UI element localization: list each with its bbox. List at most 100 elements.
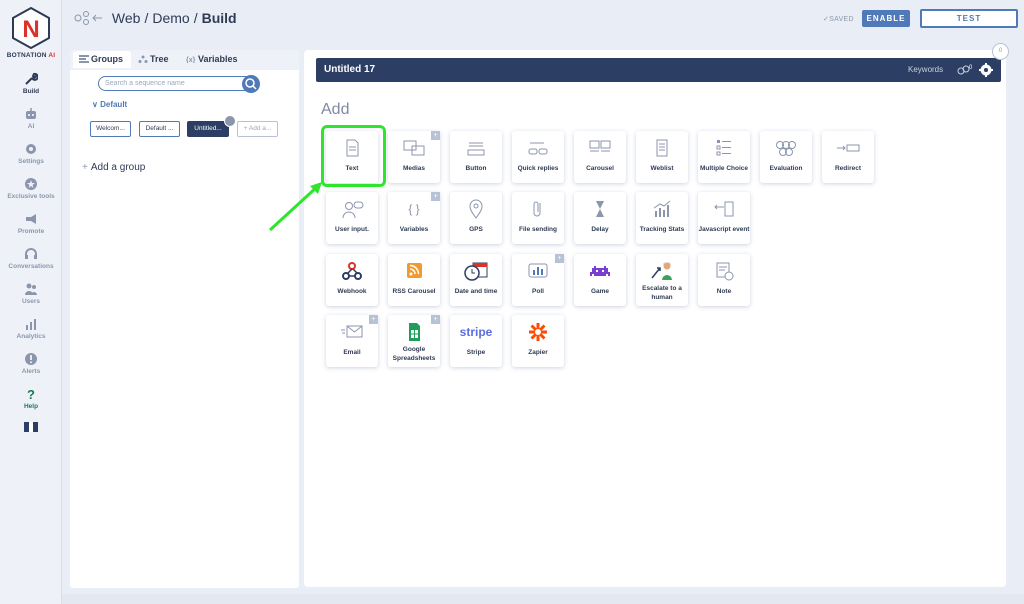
block-stripe[interactable]: stripe Stripe [450, 315, 502, 367]
nav-help[interactable]: ? Help [0, 387, 62, 410]
multiple-choice-icon [716, 140, 731, 156]
nav-ai[interactable]: AI [0, 107, 62, 130]
panel-tabs: Groups Tree {x} Variables [70, 50, 299, 70]
medias-icon [403, 140, 425, 156]
paperclip-icon [533, 201, 541, 217]
block-weblist[interactable]: Weblist [636, 131, 688, 183]
wrench-icon [25, 72, 38, 85]
groups-icon [79, 55, 89, 63]
block-tracking-stats[interactable]: Tracking Stats [636, 192, 688, 244]
nav-settings[interactable]: Settings [0, 142, 62, 165]
test-button[interactable]: TEST [920, 9, 1018, 28]
svg-text:stripe: stripe [460, 325, 493, 339]
plus-badge: + [431, 192, 440, 201]
block-poll[interactable]: Poll + [512, 254, 564, 306]
sequence-untitled[interactable]: Untitled... [187, 121, 229, 137]
text-block-highlight [321, 125, 386, 187]
nav-conversations[interactable]: Conversations [0, 247, 62, 270]
saved-status: ✓SAVED [823, 16, 854, 23]
block-email[interactable]: Email + [326, 315, 378, 367]
note-icon [716, 262, 734, 281]
location-pin-icon [469, 199, 483, 219]
block-gps[interactable]: GPS [450, 192, 502, 244]
analytics-icon [26, 319, 36, 330]
plus-badge: + [369, 315, 378, 324]
language-flag-icon[interactable] [24, 422, 38, 432]
block-user-input[interactable]: User input. [326, 192, 378, 244]
add-sequence-button[interactable]: + Add a... [237, 121, 278, 137]
link-badge-icon [224, 115, 236, 127]
plus-badge: + [431, 131, 440, 140]
block-note[interactable]: Note [698, 254, 750, 306]
nav-build[interactable]: Build [0, 72, 62, 95]
sequence-title[interactable]: Untitled 17 [324, 64, 375, 75]
headset-icon [25, 248, 37, 259]
add-group-button[interactable]: + Add a group [82, 162, 145, 173]
email-icon [341, 325, 363, 338]
chevron-down-icon: ∨ [92, 100, 98, 109]
default-group-toggle[interactable]: ∨ Default [92, 100, 127, 109]
block-game[interactable]: Game [574, 254, 626, 306]
zapier-icon [529, 323, 547, 341]
nav-users[interactable]: Users [0, 282, 62, 305]
sequence-header-bar: Untitled 17 Keywords 0 [316, 58, 1001, 82]
block-rss-carousel[interactable]: RSS Carousel [388, 254, 440, 306]
sequence-search-input[interactable] [98, 76, 258, 91]
block-quick-replies[interactable]: Quick replies [512, 131, 564, 183]
svg-text:?: ? [27, 387, 35, 401]
carousel-icon [589, 140, 611, 152]
plus-icon: + [82, 162, 88, 173]
tab-variables[interactable]: {x} Variables [186, 54, 238, 64]
svg-text:0: 0 [969, 65, 973, 71]
block-evaluation[interactable]: Evaluation [760, 131, 812, 183]
add-title: Add [321, 101, 350, 118]
rss-icon [407, 263, 422, 278]
evaluation-icon [776, 141, 796, 156]
hourglass-icon [596, 201, 604, 217]
block-file-sending[interactable]: File sending [512, 192, 564, 244]
crumb-demo[interactable]: Demo [152, 10, 189, 26]
block-button[interactable]: Button [450, 131, 502, 183]
block-zapier[interactable]: Zapier [512, 315, 564, 367]
block-redirect[interactable]: Redirect [822, 131, 874, 183]
weblist-icon [656, 139, 668, 157]
tab-groups[interactable]: Groups [73, 51, 132, 68]
svg-text:{ }: { } [408, 202, 419, 216]
nav-analytics[interactable]: Analytics [0, 317, 62, 340]
block-escalate-to-a-human[interactable]: Escalate to a human [636, 254, 688, 306]
search-icon [245, 78, 257, 90]
search-button[interactable] [242, 75, 260, 93]
share-nodes-icon[interactable] [74, 11, 104, 25]
plus-badge: + [555, 254, 564, 263]
block-variables[interactable]: { } Variables + [388, 192, 440, 244]
block-javascript-event[interactable]: Javascript event [698, 192, 750, 244]
sequence-settings-gear-icon[interactable] [979, 63, 993, 77]
enable-button[interactable]: ENABLE [862, 10, 910, 27]
tab-tree[interactable]: Tree [138, 54, 169, 64]
webhook-icon [342, 262, 362, 280]
sequences-panel: Groups Tree {x}Variables ∨ Default Welco… [70, 50, 366, 588]
block-medias[interactable]: Medias + [388, 131, 440, 183]
botnation-logo: N [12, 6, 50, 50]
megaphone-icon [26, 214, 36, 224]
crumb-build: Build [201, 10, 237, 26]
block-delay[interactable]: Delay [574, 192, 626, 244]
block-webhook[interactable]: Webhook [326, 254, 378, 306]
keywords-label[interactable]: Keywords [908, 65, 943, 74]
nav-exclusive-tools[interactable]: Exclusive tools [0, 177, 62, 200]
block-date-and-time[interactable]: Date and time [450, 254, 502, 306]
keywords-icon[interactable]: 0 [956, 63, 974, 77]
svg-text:{x}: {x} [186, 57, 196, 63]
block-multiple-choice[interactable]: Multiple Choice [698, 131, 750, 183]
nav-alerts[interactable]: Alerts [0, 352, 62, 375]
nav-promote[interactable]: Promote [0, 212, 62, 235]
block-carousel[interactable]: Carousel [574, 131, 626, 183]
sequence-welcome[interactable]: Welcom... [90, 121, 131, 137]
horizontal-scrollbar[interactable] [62, 594, 1024, 604]
block-google-spreadsheets[interactable]: Google Spreadsheets + [388, 315, 440, 367]
sequence-default[interactable]: Default ... [139, 121, 180, 137]
javascript-event-icon [714, 201, 734, 217]
variables-braces-icon: { } [408, 202, 419, 216]
crumb-web[interactable]: Web [112, 10, 141, 26]
robot-icon [26, 108, 36, 119]
